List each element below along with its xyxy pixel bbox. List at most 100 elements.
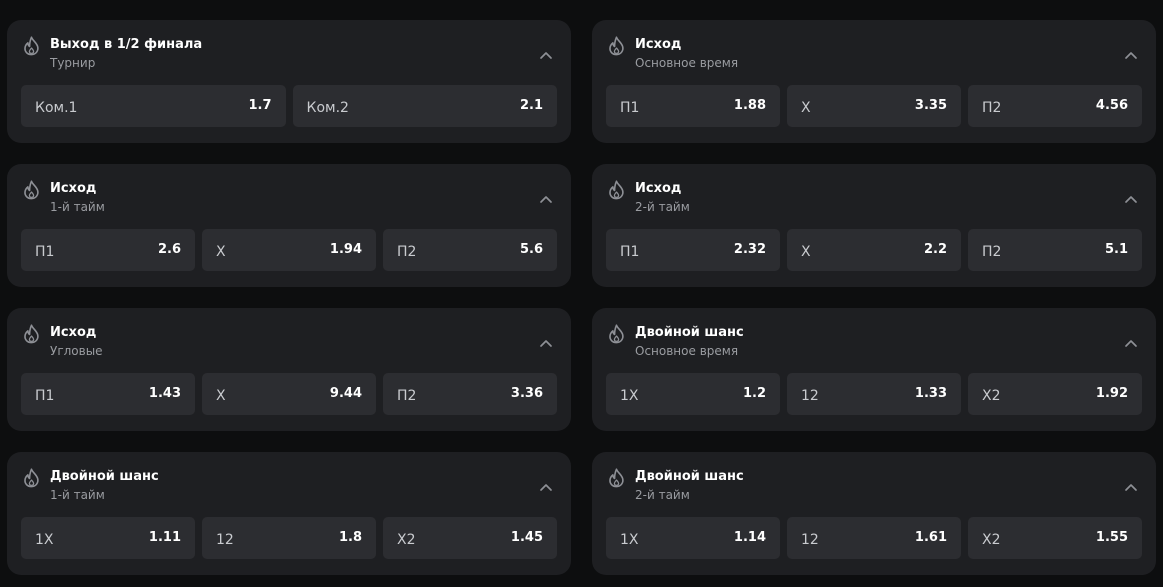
market-subtitle: Угловые: [50, 344, 103, 358]
odds-button[interactable]: П2 5.1: [968, 229, 1142, 271]
odds-button[interactable]: 1Х 1.14: [606, 517, 780, 559]
outcome-label: Х: [801, 244, 811, 260]
market-subtitle: 1-й тайм: [50, 200, 105, 214]
market-header[interactable]: Исход 1-й тайм: [7, 164, 571, 228]
odds-button[interactable]: Х 2.2: [787, 229, 961, 271]
market-header[interactable]: Исход 2-й тайм: [592, 164, 1156, 228]
odds-button[interactable]: 1Х 1.2: [606, 373, 780, 415]
market-header[interactable]: Выход в 1/2 финала Турнир: [7, 20, 571, 84]
odds-button[interactable]: 12 1.33: [787, 373, 961, 415]
odds-value: 1.45: [510, 530, 543, 545]
odds-button[interactable]: Х2 1.92: [968, 373, 1142, 415]
odds-value: 1.8: [338, 530, 362, 545]
odds-value: 1.92: [1095, 386, 1128, 401]
odds-value: 3.36: [510, 386, 543, 401]
odds-value: 1.88: [733, 98, 766, 113]
market-card: Двойной шанс Основное время 1Х 1.2 12 1.33 Х2 1…: [592, 308, 1156, 431]
odds-button[interactable]: Х2 1.55: [968, 517, 1142, 559]
odds-value: 1.33: [914, 386, 947, 401]
outcome-label: 1Х: [620, 388, 639, 404]
odds-value: 2.1: [519, 98, 543, 113]
fire-icon: [608, 36, 625, 56]
fire-icon: [23, 180, 40, 200]
odds-button[interactable]: Х 1.94: [202, 229, 376, 271]
odds-value: 4.56: [1095, 98, 1128, 113]
chevron-up-icon[interactable]: [1124, 189, 1138, 203]
outcome-label: Ком.1: [35, 100, 78, 116]
outcome-label: 12: [216, 532, 234, 548]
market-title: Исход: [635, 37, 682, 52]
market-header[interactable]: Исход Угловые: [7, 308, 571, 372]
odds-value: 2.2: [923, 242, 947, 257]
market-subtitle: 2-й тайм: [635, 488, 690, 502]
odds-button[interactable]: П2 5.6: [383, 229, 557, 271]
odds-button[interactable]: Ком.1 1.7: [21, 85, 286, 127]
odds-button[interactable]: 1Х 1.11: [21, 517, 195, 559]
chevron-up-icon[interactable]: [1124, 45, 1138, 59]
market-subtitle: Основное время: [635, 56, 739, 70]
market-header[interactable]: Двойной шанс 2-й тайм: [592, 452, 1156, 516]
chevron-up-icon[interactable]: [539, 45, 553, 59]
chevron-up-icon[interactable]: [539, 477, 553, 491]
outcome-label: П2: [982, 100, 1002, 116]
market-card: Исход 1-й тайм П1 2.6 Х 1.94 П2 5.6: [7, 164, 571, 287]
fire-icon: [23, 36, 40, 56]
odds-value: 3.35: [914, 98, 947, 113]
outcome-label: П1: [35, 244, 55, 260]
outcome-label: П2: [397, 244, 417, 260]
odds-button[interactable]: 12 1.8: [202, 517, 376, 559]
chevron-up-icon[interactable]: [1124, 477, 1138, 491]
market-title: Исход: [50, 325, 97, 340]
outcome-label: Ком.2: [306, 100, 349, 116]
market-header[interactable]: Исход Основное время: [592, 20, 1156, 84]
odds-button[interactable]: П2 4.56: [968, 85, 1142, 127]
outcome-label: Х: [801, 100, 811, 116]
outcome-label: Х2: [397, 532, 416, 548]
outcome-label: 12: [801, 532, 819, 548]
market-title: Выход в 1/2 финала: [50, 37, 203, 52]
odds-row: 1Х 1.11 12 1.8 Х2 1.45: [21, 517, 557, 559]
market-subtitle: Турнир: [50, 56, 96, 70]
market-header[interactable]: Двойной шанс Основное время: [592, 308, 1156, 372]
odds-value: 1.43: [148, 386, 181, 401]
outcome-label: Х2: [982, 388, 1001, 404]
odds-button[interactable]: 12 1.61: [787, 517, 961, 559]
odds-value: 1.61: [914, 530, 947, 545]
odds-value: 1.94: [329, 242, 362, 257]
fire-icon: [608, 468, 625, 488]
odds-value: 1.14: [733, 530, 766, 545]
odds-button[interactable]: П1 1.88: [606, 85, 780, 127]
outcome-label: Х2: [982, 532, 1001, 548]
odds-button[interactable]: П1 2.32: [606, 229, 780, 271]
market-card: Двойной шанс 2-й тайм 1Х 1.14 12 1.61 Х2 1.55: [592, 452, 1156, 575]
odds-button[interactable]: П1 1.43: [21, 373, 195, 415]
market-title: Двойной шанс: [635, 469, 744, 484]
outcome-label: 1Х: [35, 532, 54, 548]
odds-row: 1Х 1.14 12 1.61 Х2 1.55: [606, 517, 1142, 559]
market-subtitle: 1-й тайм: [50, 488, 105, 502]
odds-value: 2.6: [157, 242, 181, 257]
odds-value: 5.6: [519, 242, 543, 257]
odds-button[interactable]: П1 2.6: [21, 229, 195, 271]
odds-button[interactable]: Х 3.35: [787, 85, 961, 127]
chevron-up-icon[interactable]: [539, 333, 553, 347]
market-card: Исход Угловые П1 1.43 Х 9.44 П2 3.36: [7, 308, 571, 431]
market-header[interactable]: Двойной шанс 1-й тайм: [7, 452, 571, 516]
market-title: Исход: [635, 181, 682, 196]
outcome-label: Х: [216, 388, 226, 404]
fire-icon: [23, 324, 40, 344]
odds-button[interactable]: Х2 1.45: [383, 517, 557, 559]
market-title: Двойной шанс: [635, 325, 744, 340]
outcome-label: П2: [982, 244, 1002, 260]
odds-row: П1 1.43 Х 9.44 П2 3.36: [21, 373, 557, 415]
odds-button[interactable]: П2 3.36: [383, 373, 557, 415]
market-card: Выход в 1/2 финала Турнир Ком.1 1.7 Ком.2 2.1: [7, 20, 571, 143]
odds-button[interactable]: Ком.2 2.1: [292, 85, 557, 127]
market-subtitle: 2-й тайм: [635, 200, 690, 214]
chevron-up-icon[interactable]: [539, 189, 553, 203]
odds-row: П1 1.88 Х 3.35 П2 4.56: [606, 85, 1142, 127]
odds-value: 1.7: [248, 98, 272, 113]
odds-value: 1.2: [742, 386, 766, 401]
chevron-up-icon[interactable]: [1124, 333, 1138, 347]
odds-button[interactable]: Х 9.44: [202, 373, 376, 415]
